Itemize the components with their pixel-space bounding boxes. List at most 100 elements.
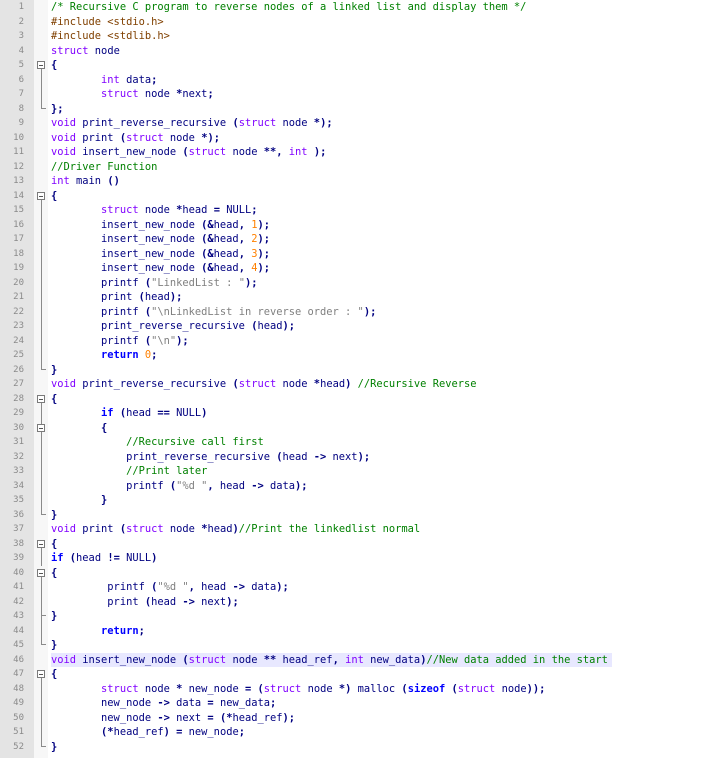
code-line[interactable]: 19 insert_new_node (&head, 4); — [0, 261, 706, 276]
code-line[interactable]: 41 printf ("%d ", head -> data); — [0, 580, 706, 595]
code-text[interactable]: struct node * new_node = (struct node *)… — [51, 682, 549, 697]
code-text[interactable]: #include <stdlib.h> — [51, 29, 174, 44]
code-text[interactable]: printf ("%d ", head -> data); — [51, 479, 312, 494]
fold-collapse-icon[interactable] — [37, 189, 47, 203]
code-text[interactable]: #include <stdio.h> — [51, 15, 168, 30]
code-text[interactable]: { — [51, 421, 111, 436]
code-text[interactable]: void print_reverse_recursive (struct nod… — [51, 116, 337, 131]
code-text[interactable]: struct node — [51, 44, 124, 59]
code-line[interactable]: 15 struct node *head = NULL; — [0, 203, 706, 218]
code-text[interactable]: print_reverse_recursive (head -> next); — [51, 450, 374, 465]
fold-collapse-icon[interactable] — [37, 58, 47, 73]
code-text[interactable]: insert_new_node (&head, 1); — [51, 218, 274, 233]
code-line[interactable]: 28 { — [0, 392, 706, 407]
code-line[interactable]: 44 return; — [0, 623, 706, 639]
code-line[interactable]: 20 printf ("LinkedList : "); — [0, 275, 706, 291]
code-line[interactable]: 13 int main () — [0, 174, 706, 189]
fold-collapse-icon[interactable] — [37, 420, 47, 435]
code-line[interactable]: 39 if (head != NULL) — [0, 551, 706, 566]
code-text[interactable]: new_node -> next = (*head_ref); — [51, 711, 299, 726]
code-line[interactable]: 16 insert_new_node (&head, 1); — [0, 217, 706, 233]
code-line[interactable]: 45} — [0, 638, 706, 653]
code-text[interactable]: { — [51, 58, 61, 73]
code-text[interactable]: { — [51, 667, 61, 682]
code-line[interactable]: 42 print (head -> next); — [0, 594, 706, 610]
code-line[interactable]: 12 //Driver Function — [0, 160, 706, 175]
code-line[interactable]: 21 print (head); — [0, 290, 706, 305]
code-line[interactable]: 49 new_node -> data = new_data; — [0, 696, 706, 711]
code-line[interactable]: 2 #include <stdio.h> — [0, 15, 706, 30]
code-editor[interactable]: 1 /* Recursive C program to reverse nodes… — [0, 0, 706, 758]
code-text[interactable]: struct node *head = NULL; — [51, 203, 262, 218]
code-line[interactable]: 31 //Recursive call first — [0, 435, 706, 450]
code-text[interactable]: printf ("%d ", head -> data); — [51, 580, 293, 595]
code-line[interactable]: 51 (*head_ref) = new_node; — [0, 725, 706, 740]
code-text[interactable]: } — [51, 508, 61, 523]
code-line[interactable]: 38 { — [0, 537, 706, 552]
code-text[interactable]: //Recursive call first — [51, 435, 268, 450]
code-text[interactable]: void insert_new_node (struct node ** hea… — [51, 652, 612, 667]
code-text[interactable]: { — [51, 392, 61, 407]
code-text[interactable]: insert_new_node (&head, 2); — [51, 232, 274, 247]
code-line[interactable]: 36} — [0, 507, 706, 523]
code-line[interactable]: 24 printf ("\n"); — [0, 333, 706, 349]
code-line[interactable]: 50 new_node -> next = (*head_ref); — [0, 710, 706, 726]
code-text[interactable]: void print (struct node *head)//Print th… — [51, 522, 424, 537]
fold-collapse-icon[interactable] — [37, 392, 47, 406]
code-line[interactable]: 1 /* Recursive C program to reverse nodes… — [0, 0, 706, 15]
code-text[interactable]: } — [51, 638, 61, 653]
code-line[interactable]: 4 struct node — [0, 44, 706, 59]
code-text[interactable]: printf ("\nLinkedList in reverse order :… — [51, 305, 380, 320]
code-line[interactable]: 22 printf ("\nLinkedList in reverse orde… — [0, 304, 706, 320]
code-line[interactable]: 43} — [0, 609, 706, 624]
code-text[interactable]: } — [51, 493, 111, 508]
code-text[interactable]: print (head -> next); — [51, 595, 243, 610]
fold-collapse-icon[interactable] — [37, 537, 47, 551]
code-line[interactable]: 37 void print (struct node *head)//Print … — [0, 522, 706, 537]
code-line[interactable]: 7 struct node *next; — [0, 87, 706, 102]
fold-collapse-icon[interactable] — [37, 667, 47, 682]
code-line[interactable]: 18 insert_new_node (&head, 3); — [0, 246, 706, 262]
code-line[interactable]: 29 if (head == NULL) — [0, 406, 706, 421]
code-line[interactable]: 5{ — [0, 58, 706, 73]
code-line[interactable]: 11 void insert_new_node (struct node **, … — [0, 145, 706, 160]
code-text[interactable]: new_node -> data = new_data; — [51, 696, 280, 711]
code-line[interactable]: 10 void print (struct node *); — [0, 131, 706, 146]
code-text[interactable]: { — [51, 537, 61, 552]
code-text[interactable]: printf ("\n"); — [51, 334, 193, 349]
code-line[interactable]: 6 int data; — [0, 72, 706, 88]
code-line[interactable]: 23 print_reverse_recursive (head); — [0, 319, 706, 334]
code-text[interactable]: int data; — [51, 73, 161, 88]
code-text[interactable]: }; — [51, 102, 68, 117]
code-text[interactable]: void insert_new_node (struct node **, in… — [51, 145, 330, 160]
code-line[interactable]: 48 struct node * new_node = (struct node… — [0, 681, 706, 697]
code-line[interactable]: 34 printf ("%d ", head -> data); — [0, 478, 706, 494]
code-text[interactable]: int main () — [51, 174, 124, 189]
code-text[interactable]: void print_reverse_recursive (struct nod… — [51, 377, 480, 392]
code-line[interactable]: 32 print_reverse_recursive (head -> next… — [0, 449, 706, 465]
code-text[interactable]: void print (struct node *); — [51, 131, 224, 146]
code-line[interactable]: 47 { — [0, 667, 706, 682]
code-text[interactable]: //Driver Function — [51, 160, 161, 175]
code-text[interactable]: return 0; — [51, 348, 161, 363]
code-line[interactable]: 46 void insert_new_node (struct node ** h… — [0, 652, 706, 667]
code-text[interactable]: printf ("LinkedList : "); — [51, 276, 261, 291]
code-text[interactable]: insert_new_node (&head, 3); — [51, 247, 274, 262]
code-text[interactable]: } — [51, 363, 61, 378]
code-text[interactable]: { — [51, 189, 61, 204]
code-text[interactable]: insert_new_node (&head, 4); — [51, 261, 274, 276]
code-line[interactable]: 27 void print_reverse_recursive (struct n… — [0, 377, 706, 392]
code-text[interactable]: struct node *next; — [51, 87, 218, 102]
code-line[interactable]: 30 { — [0, 420, 706, 436]
code-text[interactable]: } — [51, 609, 61, 624]
code-text[interactable]: (*head_ref) = new_node; — [51, 725, 249, 740]
code-text[interactable]: return; — [51, 624, 149, 639]
code-text[interactable]: if (head != NULL) — [51, 551, 161, 566]
code-line[interactable]: 8}; — [0, 101, 706, 117]
code-line[interactable]: 14 { — [0, 189, 706, 204]
code-line[interactable]: 3 #include <stdlib.h> — [0, 29, 706, 44]
code-text[interactable]: { — [51, 566, 61, 581]
code-text[interactable]: /* Recursive C program to reverse nodes … — [51, 0, 530, 15]
code-line[interactable]: 26} — [0, 362, 706, 378]
code-line[interactable]: 33 //Print later — [0, 464, 706, 479]
